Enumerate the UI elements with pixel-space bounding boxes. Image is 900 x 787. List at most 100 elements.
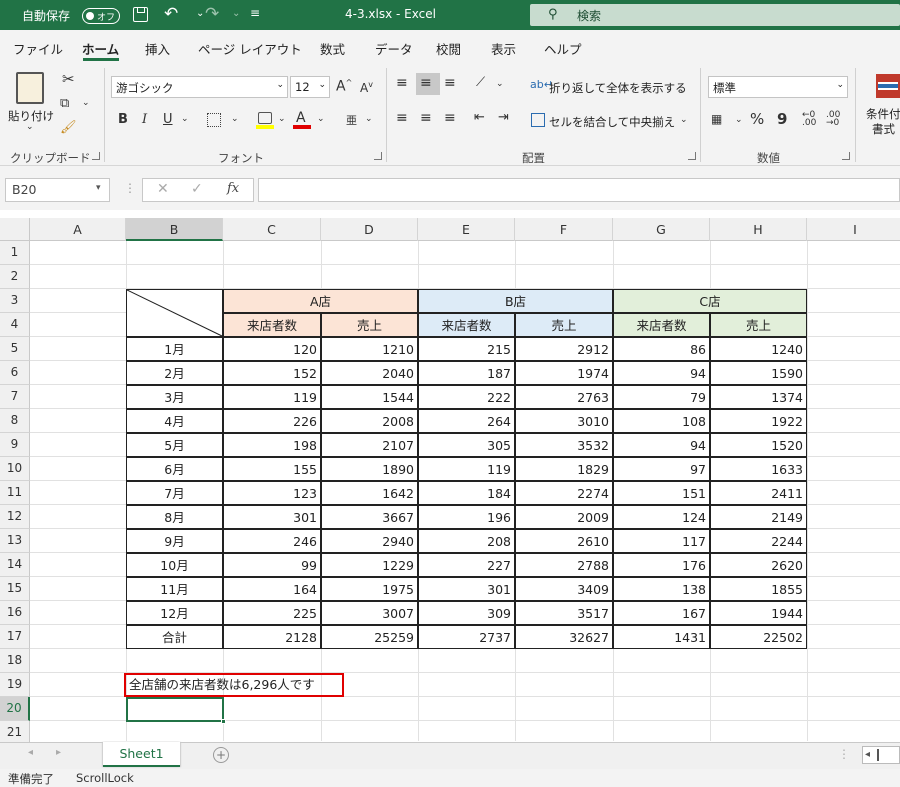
store-b-visitors-header[interactable]: 来店者数 [418,313,515,337]
data-cell[interactable]: 1975 [321,577,418,601]
row-header-4[interactable]: 4 [0,313,30,337]
tab-review[interactable]: 校閲 [436,39,461,58]
month-label[interactable]: 4月 [126,409,223,433]
month-label[interactable]: 5月 [126,433,223,457]
data-cell[interactable]: 1520 [710,433,807,457]
data-cell[interactable]: 3517 [515,601,613,625]
data-cell[interactable]: 215 [418,337,515,361]
row-header-11[interactable]: 11 [0,481,30,505]
month-label[interactable]: 11月 [126,577,223,601]
data-cell[interactable]: 2912 [515,337,613,361]
redo-icon[interactable]: ↷ [205,4,219,24]
data-cell[interactable]: 94 [613,361,710,385]
wrap-text-button[interactable]: 折り返して全体を表示する [549,80,687,96]
align-top-icon[interactable]: ≡ [396,75,408,91]
save-icon[interactable] [133,7,148,22]
fill-color-icon[interactable] [258,112,272,124]
number-format-combo[interactable]: 標準 ⌄ [708,76,848,98]
data-cell[interactable]: 264 [418,409,515,433]
data-cell[interactable]: 1642 [321,481,418,505]
decrease-font-icon[interactable]: Av [360,80,373,95]
format-painter-icon[interactable]: 🖌 [60,120,77,135]
data-cell[interactable]: 151 [613,481,710,505]
font-color-dropdown-icon[interactable]: ⌄ [317,114,325,124]
data-cell[interactable]: 1855 [710,577,807,601]
name-box-dropdown-icon[interactable]: ▾ [96,183,101,193]
data-cell[interactable]: 119 [223,385,321,409]
month-label[interactable]: 1月 [126,337,223,361]
data-cell[interactable]: 108 [613,409,710,433]
data-cell[interactable]: 2008 [321,409,418,433]
data-cell[interactable]: 301 [418,577,515,601]
row-header-13[interactable]: 13 [0,529,30,553]
data-cell[interactable]: 3409 [515,577,613,601]
font-dialog-icon[interactable] [374,152,382,160]
font-color-icon[interactable]: A [296,110,306,126]
phonetic-icon[interactable]: 亜 [346,112,357,128]
undo-icon[interactable]: ↶ [164,4,178,24]
select-all-corner[interactable] [0,218,30,241]
data-cell[interactable]: 187 [418,361,515,385]
row-header-19[interactable]: 19 [0,673,30,697]
data-cell[interactable]: 119 [418,457,515,481]
autosave-toggle[interactable]: オフ [82,8,120,24]
number-dialog-icon[interactable] [842,152,850,160]
data-cell[interactable]: 3667 [321,505,418,529]
currency-icon[interactable]: ▦ [711,112,722,126]
data-cell[interactable]: 301 [223,505,321,529]
percent-button[interactable]: % [750,110,764,128]
row-header-12[interactable]: 12 [0,505,30,529]
increase-indent-icon[interactable]: ⇥ [498,110,509,125]
row-header-10[interactable]: 10 [0,457,30,481]
month-label[interactable]: 3月 [126,385,223,409]
column-header-b[interactable]: B [126,218,223,241]
phonetic-dropdown-icon[interactable]: ⌄ [365,114,373,124]
align-left-icon[interactable]: ≡ [396,110,408,126]
month-label[interactable]: 7月 [126,481,223,505]
row-header-14[interactable]: 14 [0,553,30,577]
store-a-visitors-header[interactable]: 来店者数 [223,313,321,337]
tab-data[interactable]: データ [375,39,413,58]
data-cell[interactable]: 2244 [710,529,807,553]
data-cell[interactable]: 79 [613,385,710,409]
row-header-3[interactable]: 3 [0,289,30,313]
column-header-f[interactable]: F [515,218,613,241]
name-box[interactable]: B20 [5,178,110,202]
store-c-sales-header[interactable]: 売上 [710,313,807,337]
customize-qat-icon[interactable]: ≡ [250,6,260,20]
row-header-17[interactable]: 17 [0,625,30,649]
data-cell[interactable]: 123 [223,481,321,505]
column-header-a[interactable]: A [30,218,126,241]
row-header-2[interactable]: 2 [0,265,30,289]
conditional-format-label[interactable]: 条件付 [866,106,900,122]
data-cell[interactable]: 2940 [321,529,418,553]
tab-file[interactable]: ファイル [13,39,63,58]
data-cell[interactable]: 1922 [710,409,807,433]
data-cell[interactable]: 184 [418,481,515,505]
data-cell[interactable]: 226 [223,409,321,433]
scroll-left-icon[interactable]: ◂ [865,749,870,760]
split-handle-icon[interactable]: ⋮ [838,747,850,761]
data-cell[interactable]: 1544 [321,385,418,409]
comma-button[interactable]: 9 [777,110,787,128]
data-cell[interactable]: 22502 [710,625,807,649]
data-cell[interactable]: 2763 [515,385,613,409]
data-cell[interactable]: 176 [613,553,710,577]
horizontal-scrollbar[interactable]: ◂ [862,746,900,764]
align-right-icon[interactable]: ≡ [444,110,456,126]
currency-dropdown-icon[interactable]: ⌄ [735,115,743,125]
borders-dropdown-icon[interactable]: ⌄ [231,114,239,124]
clipboard-dialog-icon[interactable] [92,152,100,160]
insert-function-button[interactable]: fx [227,181,239,196]
data-cell[interactable]: 3532 [515,433,613,457]
font-size-combo[interactable]: 12 ⌄ [290,76,330,98]
column-header-g[interactable]: G [613,218,710,241]
column-header-c[interactable]: C [223,218,321,241]
tab-insert[interactable]: 挿入 [145,39,170,58]
data-cell[interactable]: 222 [418,385,515,409]
row-header-1[interactable]: 1 [0,241,30,265]
data-cell[interactable]: 167 [613,601,710,625]
data-cell[interactable]: 227 [418,553,515,577]
row-header-9[interactable]: 9 [0,433,30,457]
font-name-combo[interactable]: 游ゴシック ⌄ [111,76,288,98]
